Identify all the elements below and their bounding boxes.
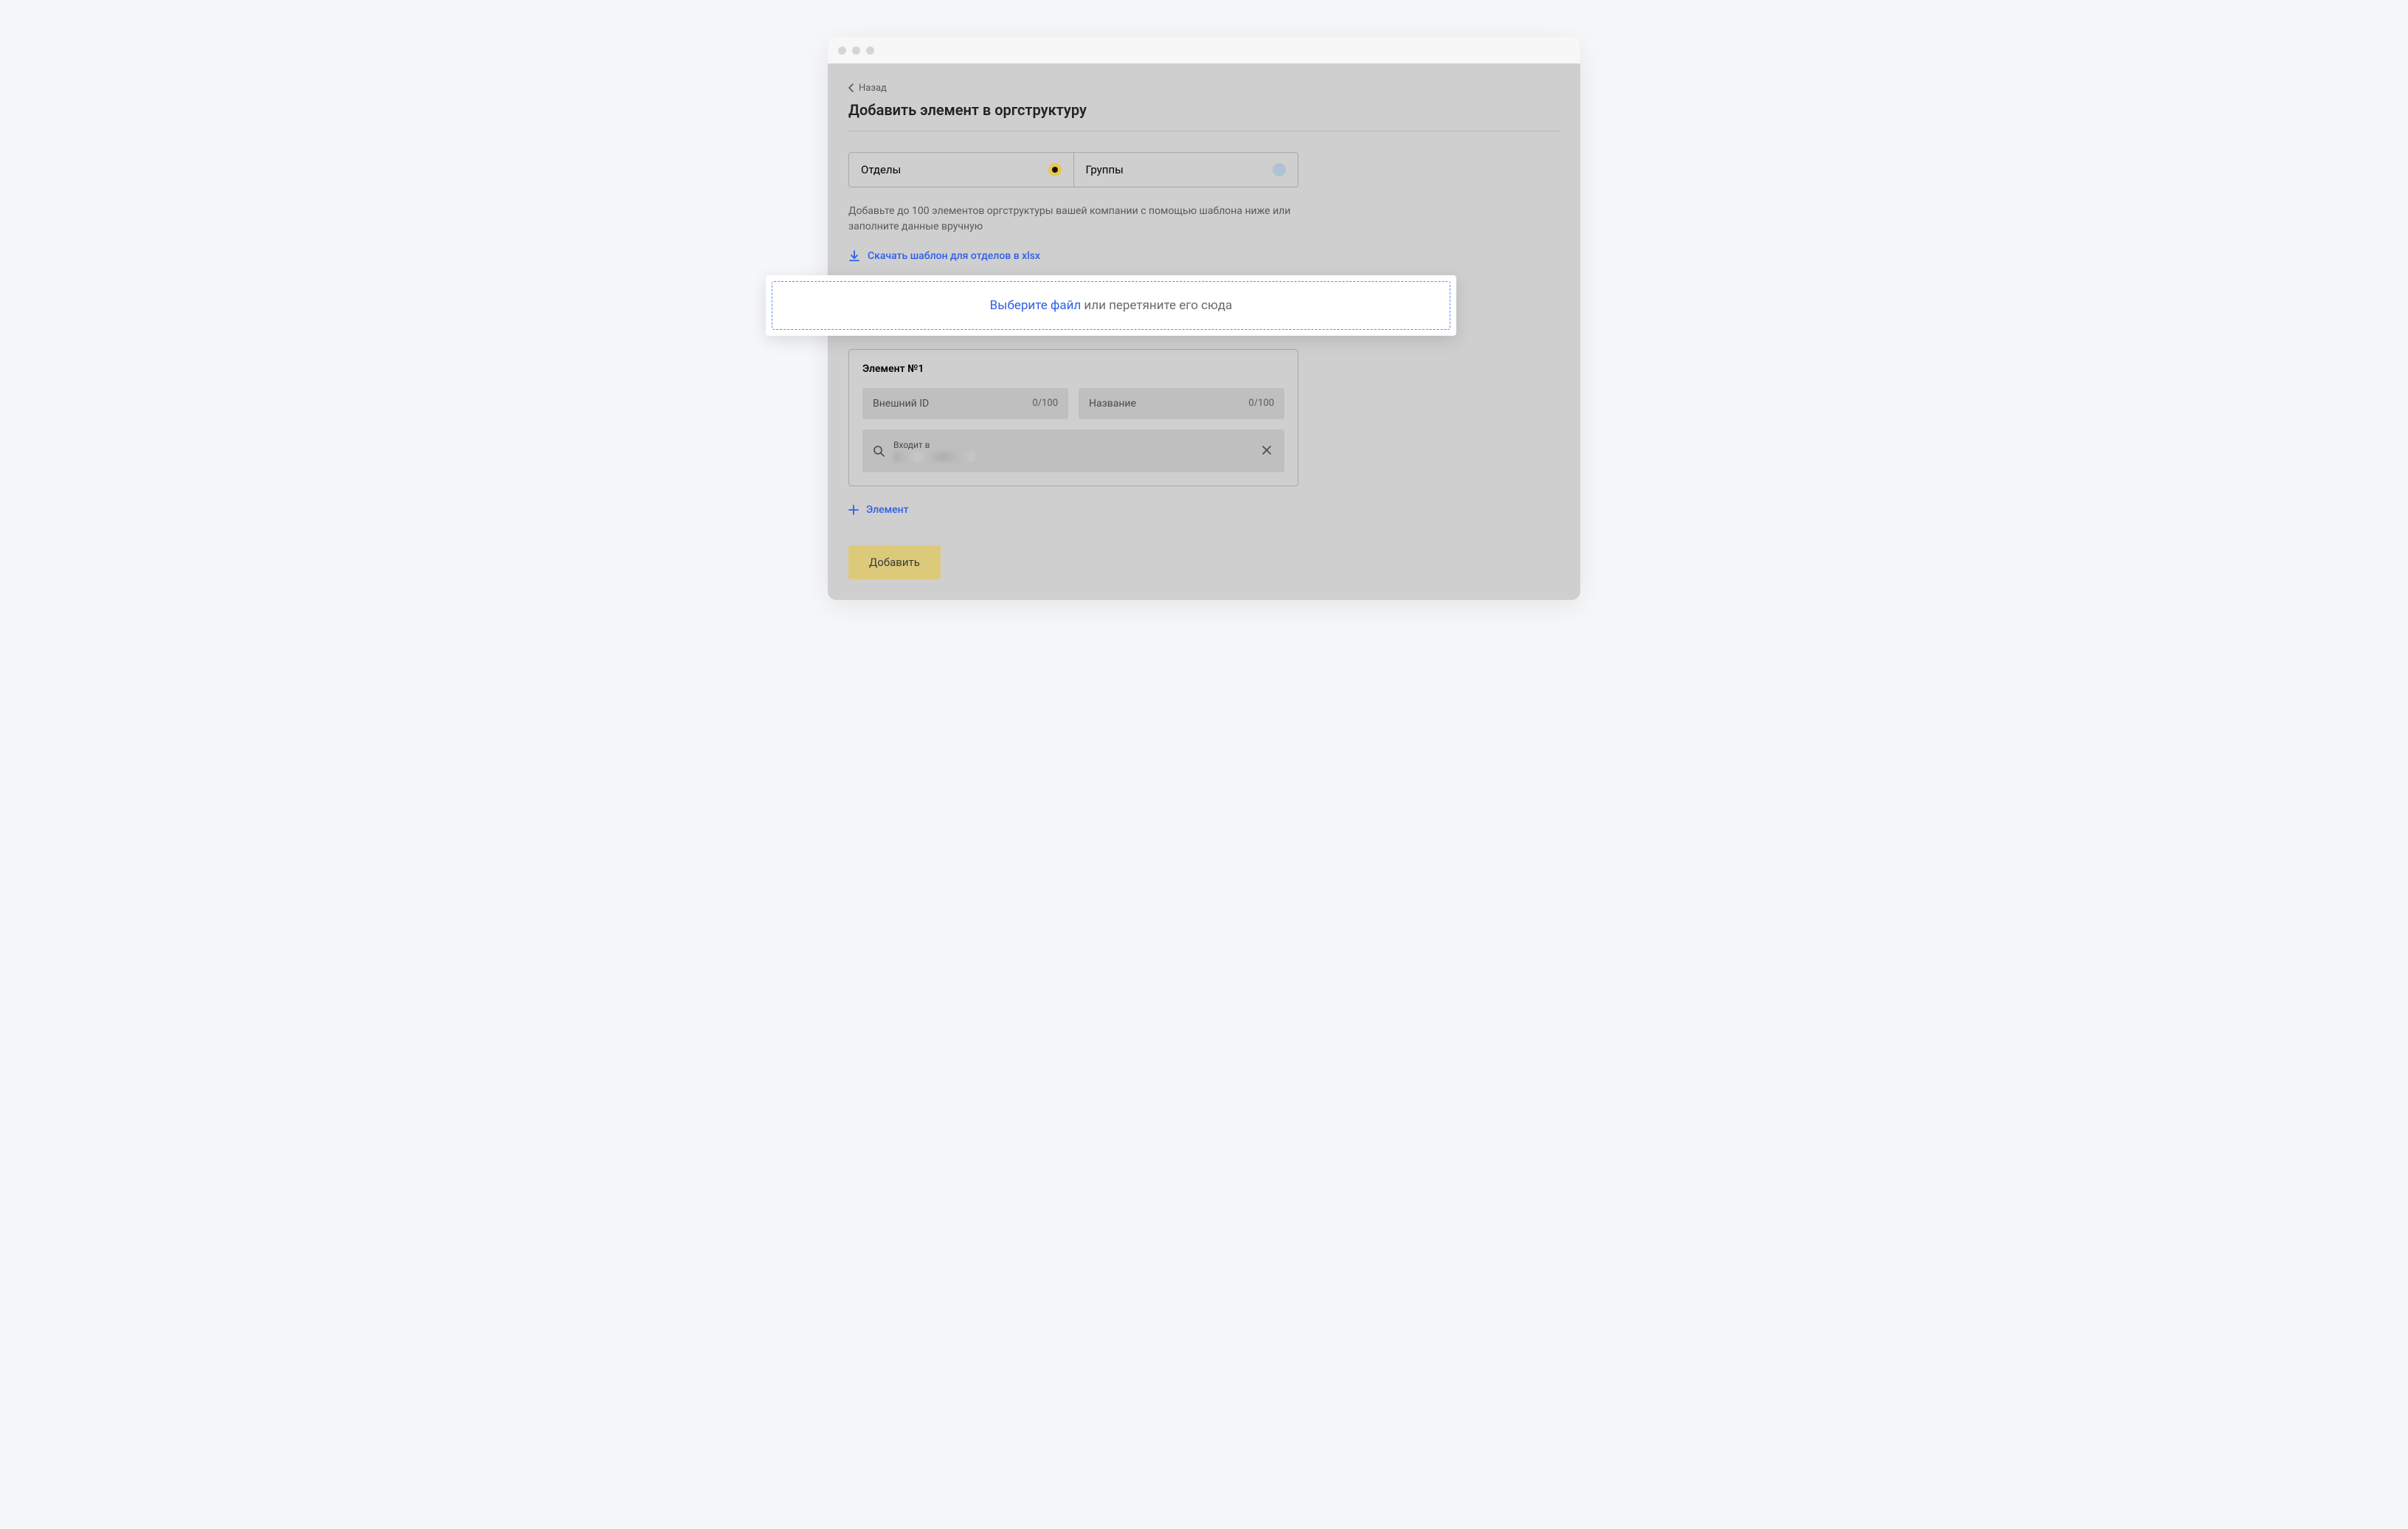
submit-button[interactable]: Добавить [848, 545, 941, 579]
download-template-link[interactable]: Скачать шаблон для отделов в xlsx [848, 250, 1040, 262]
external-id-label: Внешний ID [873, 398, 929, 410]
parent-search-input[interactable]: Входит в [862, 429, 1284, 472]
traffic-light-zoom[interactable] [866, 46, 874, 55]
name-input[interactable]: Название 0/100 [1079, 388, 1284, 419]
parent-value-redacted [893, 452, 975, 462]
instruction-text: Добавьте до 100 элементов оргструктуры в… [848, 204, 1291, 235]
element-card-title: Элемент №1 [862, 363, 1284, 375]
radio-selected-icon [1048, 163, 1062, 176]
back-label: Назад [859, 83, 887, 94]
dropzone-link-text: Выберите файл [990, 298, 1082, 313]
back-button[interactable]: Назад [848, 83, 887, 94]
window-chrome [828, 37, 1580, 63]
tab-groups-label: Группы [1086, 163, 1124, 176]
clear-parent-button[interactable] [1259, 441, 1274, 460]
page-title: Добавить элемент в оргструктуру [848, 101, 1560, 119]
app-window: Назад Добавить элемент в оргструктуру От… [828, 37, 1580, 600]
external-id-counter: 0/100 [1032, 398, 1058, 409]
parent-floating-label: Входит в [893, 440, 1250, 450]
radio-unselected-icon [1273, 163, 1286, 176]
tab-departments-label: Отделы [861, 163, 901, 176]
add-element-label: Элемент [866, 504, 909, 516]
download-template-label: Скачать шаблон для отделов в xlsx [868, 250, 1040, 262]
type-segmented-control: Отделы Группы [848, 152, 1298, 187]
traffic-light-close[interactable] [838, 46, 846, 55]
search-icon [873, 445, 885, 457]
file-dropzone[interactable]: Выберите файл или перетяните его сюда [772, 281, 1450, 330]
parent-search-body: Входит в [893, 440, 1250, 462]
chevron-left-icon [848, 83, 854, 92]
tab-departments[interactable]: Отделы [849, 153, 1073, 187]
tab-groups[interactable]: Группы [1073, 153, 1298, 187]
name-counter: 0/100 [1248, 398, 1274, 409]
element-card: Элемент №1 Внешний ID 0/100 Название 0/1… [848, 349, 1298, 486]
dropzone-rest-text: или перетяните его сюда [1081, 298, 1232, 313]
traffic-light-minimize[interactable] [852, 46, 860, 55]
external-id-input[interactable]: Внешний ID 0/100 [862, 388, 1068, 419]
name-label: Название [1089, 398, 1136, 410]
add-element-button[interactable]: Элемент [848, 504, 909, 516]
download-icon [848, 250, 860, 262]
plus-icon [848, 505, 859, 515]
close-icon [1262, 446, 1271, 455]
dropzone-container: Выберите файл или перетяните его сюда [766, 275, 1456, 336]
element-fields-row: Внешний ID 0/100 Название 0/100 [862, 388, 1284, 419]
page-content: Назад Добавить элемент в оргструктуру От… [828, 63, 1580, 600]
